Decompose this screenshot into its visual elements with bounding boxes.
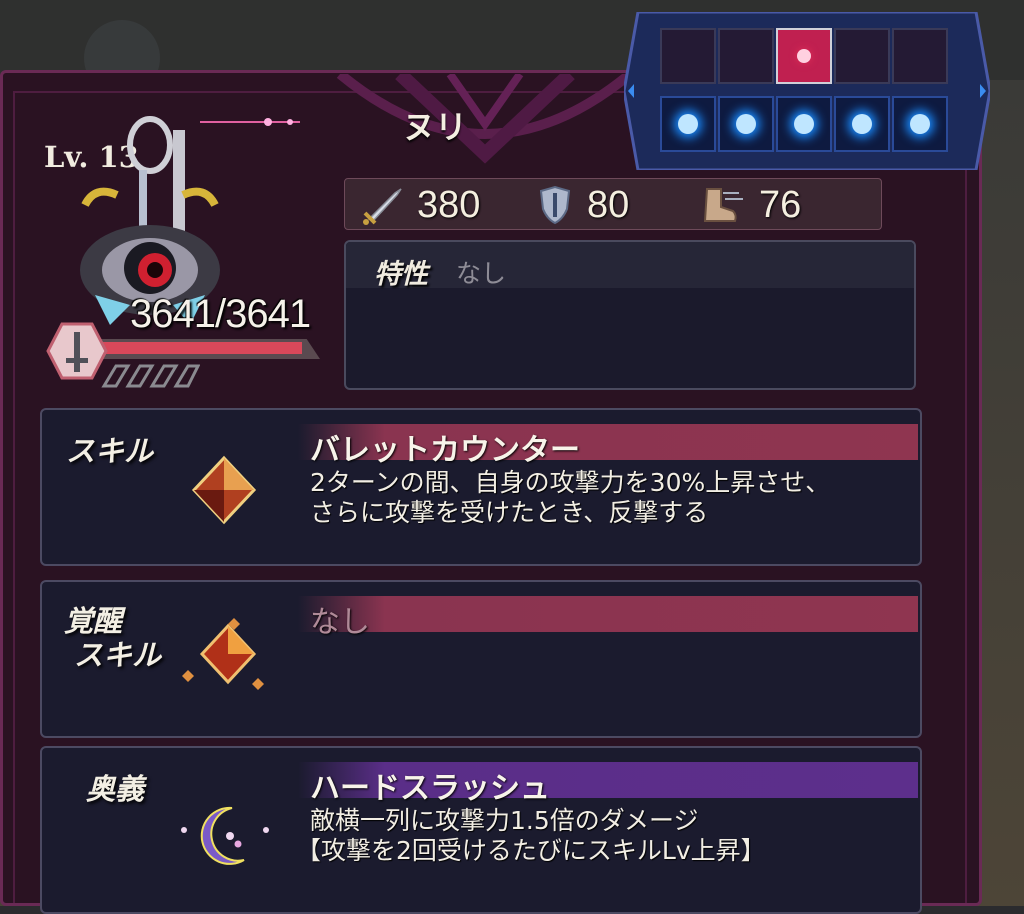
awaken-skill-name: なし — [310, 605, 370, 640]
formation-grid — [624, 12, 990, 170]
ally-cell — [718, 96, 774, 152]
sword-icon — [363, 188, 402, 225]
ally-marker — [678, 114, 698, 134]
ally-cell — [660, 96, 716, 152]
ultimate-description-line-2: 【攻撃を2回受けるたびにスキルLv上昇】 — [296, 836, 766, 865]
trait-label: 特性 — [374, 259, 428, 290]
enemy-cell — [660, 28, 716, 84]
ultimate-description-line-1: 敵横一列に攻撃力1.5倍のダメージ — [310, 806, 699, 835]
awaken-gem-icon — [182, 618, 264, 690]
skill-description-line-1: 2ターンの間、自身の攻撃力を30%上昇させ、 — [310, 468, 831, 497]
enemy-cell — [892, 28, 948, 84]
ally-marker — [794, 114, 814, 134]
awaken-skill-label-line-2: スキル — [74, 638, 162, 672]
ultimate-description: 敵横一列に攻撃力1.5倍のダメージ 【攻撃を2回受けるたびにスキルLv上昇】 — [296, 806, 766, 866]
skill-gem-icon — [191, 455, 257, 525]
awaken-skill-title-bar: なし — [298, 596, 918, 640]
awaken-skill-label: 覚醒 スキル — [64, 604, 161, 672]
speed-value: 76 — [759, 183, 802, 226]
ultimate-card[interactable]: 奥義 ハードスラッシュ 敵横一列に攻撃力1.5倍のダメージ 【攻撃を2回受けるた… — [40, 746, 922, 914]
moon-orb-icon — [181, 806, 269, 865]
ultimate-label: 奥義 — [86, 772, 145, 806]
awaken-skill-title-background — [298, 596, 918, 632]
ally-cell — [776, 96, 832, 152]
level-gauge-stripes — [101, 364, 200, 388]
skill-card[interactable]: スキル バレットカウンター 2ターンの間、自身の攻撃力を30%上昇させ、 さらに… — [40, 408, 922, 566]
unit-name: ヌリ — [402, 108, 467, 146]
speed-stat: 76 — [699, 183, 802, 226]
ally-marker — [736, 114, 756, 134]
enemy-marker — [797, 49, 811, 63]
skill-description: 2ターンの間、自身の攻撃力を30%上昇させ、 さらに攻撃を受けたとき、反撃する — [310, 468, 830, 528]
stats-bar: 380 80 76 — [344, 178, 882, 230]
attack-value: 380 — [417, 183, 481, 226]
attack-stat: 380 — [361, 183, 481, 226]
skill-title-bar: バレットカウンター — [298, 424, 918, 468]
trait-panel: 特性 なし — [344, 240, 916, 390]
ally-marker — [852, 114, 872, 134]
ultimate-name: ハードスラッシュ — [310, 771, 550, 806]
awaken-skill-label-line-1: 覚醒 — [64, 604, 123, 638]
ally-marker — [910, 114, 930, 134]
skill-label: スキル — [66, 434, 154, 468]
enemy-cell — [776, 28, 832, 84]
defense-stat: 80 — [535, 183, 630, 226]
ultimate-title-bar: ハードスラッシュ — [298, 762, 918, 806]
skill-name: バレットカウンター — [310, 433, 580, 468]
skill-description-line-2: さらに攻撃を受けたとき、反撃する — [310, 498, 709, 527]
hp-value: 3641/3641 — [130, 292, 311, 336]
ally-cell — [834, 96, 890, 152]
ally-cell — [892, 96, 948, 152]
defense-value: 80 — [587, 183, 630, 226]
hp-bar-fill — [98, 342, 302, 354]
shield-icon — [539, 185, 571, 225]
enemy-cell — [718, 28, 774, 84]
trait-header: 特性 なし — [346, 242, 914, 290]
enemy-cell — [834, 28, 890, 84]
trait-value: なし — [456, 259, 507, 288]
awaken-skill-card[interactable]: 覚醒 スキル なし — [40, 580, 922, 738]
boot-icon — [703, 188, 743, 222]
